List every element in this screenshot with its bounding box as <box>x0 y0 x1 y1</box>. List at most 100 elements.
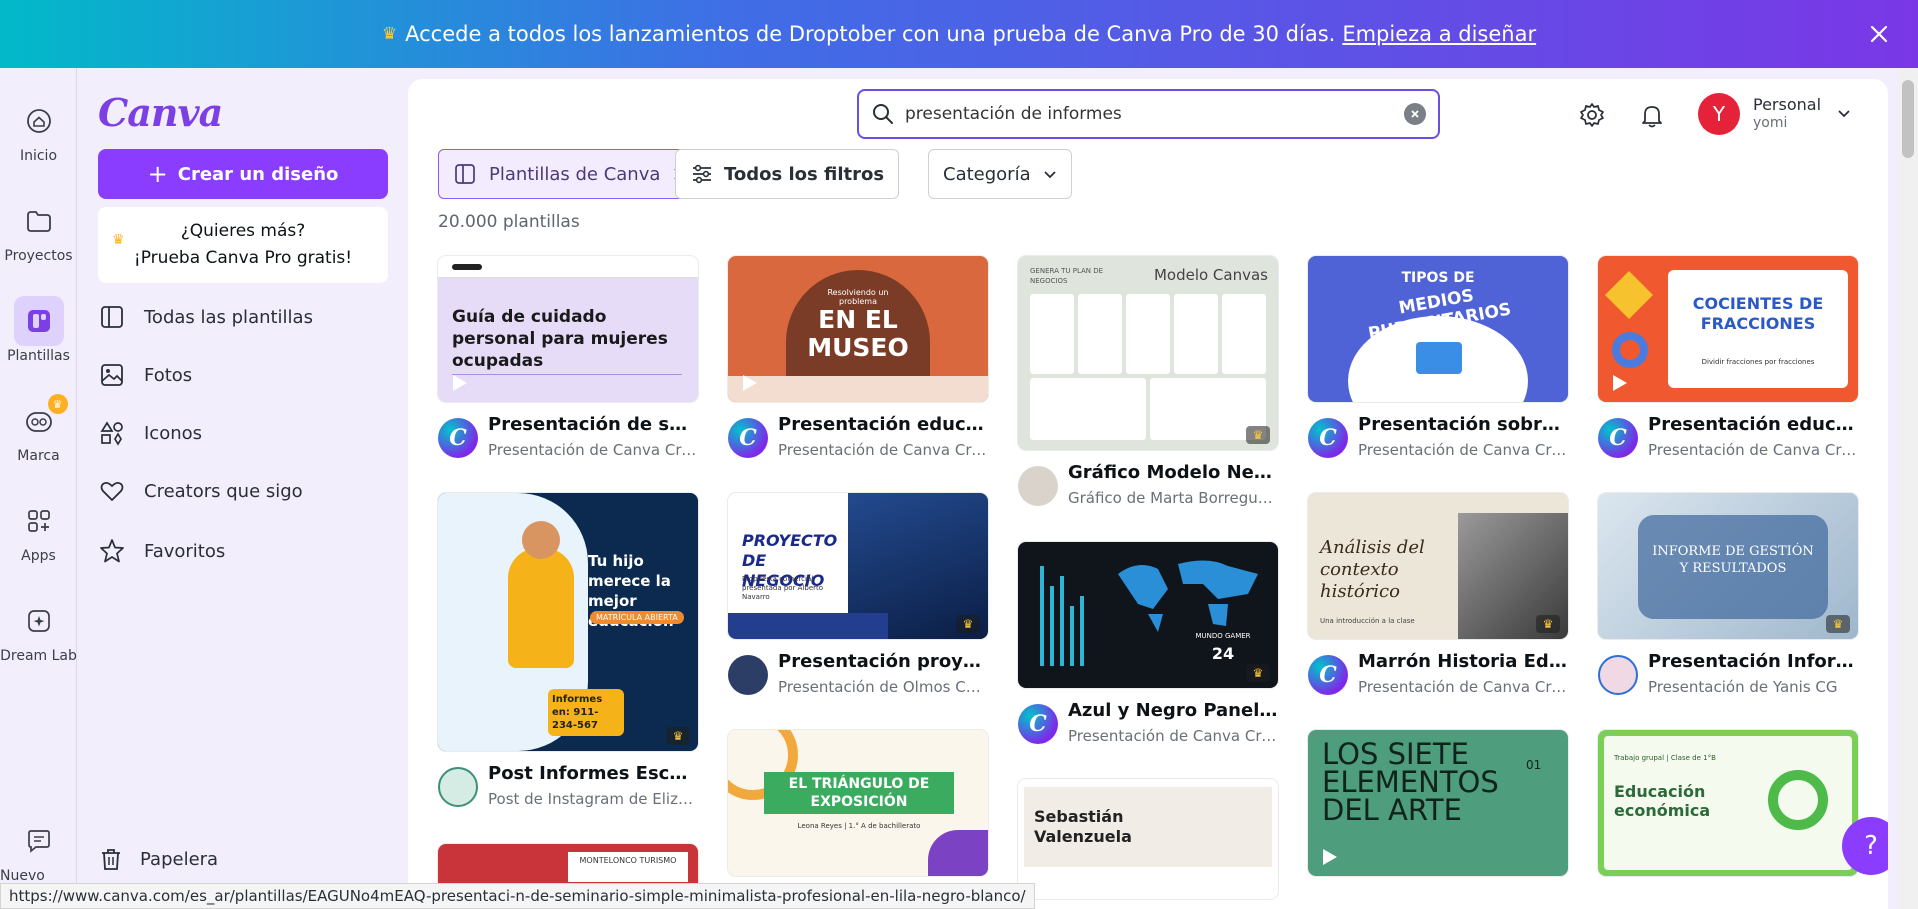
template-thumbnail[interactable]: MUNDO GAMER 24 ♛ <box>1018 542 1278 688</box>
thumb-sub: Dividir fracciones por fracciones <box>1701 358 1815 366</box>
apps-icon <box>14 496 64 546</box>
template-thumbnail[interactable]: GENERA TU PLAN DE NEGOCIOS Modelo Canvas… <box>1018 256 1278 450</box>
nav-photos[interactable]: Fotos <box>98 352 192 398</box>
template-title[interactable]: Azul y Negro Panel de datos <box>1068 700 1278 721</box>
heart-icon <box>100 481 124 502</box>
close-icon[interactable] <box>1862 17 1896 51</box>
template-title[interactable]: Presentación educativa en el museo <box>778 414 988 435</box>
canva-avatar-icon: C <box>1308 418 1348 458</box>
rail-label: Marca <box>17 448 60 464</box>
account-switcher[interactable]: Personal yomi <box>1753 95 1821 133</box>
template-thumbnail[interactable]: Tu hijo merece la mejor educación MATRÍC… <box>438 493 698 751</box>
play-icon <box>1613 375 1627 391</box>
avatar[interactable]: Y <box>1698 93 1740 135</box>
search-input[interactable] <box>905 104 1404 124</box>
banner-link[interactable]: Empieza a diseñar <box>1342 22 1536 46</box>
canva-avatar-icon: C <box>1308 655 1348 695</box>
template-thumbnail[interactable]: TIPOS DE MEDIOS PUBLICITARIOS <box>1308 256 1568 402</box>
nav-icons[interactable]: Iconos <box>98 410 202 456</box>
template-thumbnail[interactable]: Análisis del contexto histórico Una intr… <box>1308 493 1568 639</box>
thumb-sub: Resolviendo un problema <box>827 288 889 306</box>
thumb-sub: Leona Reyes | 1.° A de bachillerato <box>797 822 921 830</box>
thumb-sub: GENERA TU PLAN DE NEGOCIOS <box>1030 267 1104 285</box>
template-thumbnail[interactable]: INFORME DE GESTIÓN Y RESULTADOS ♛ <box>1598 493 1858 639</box>
template-thumbnail[interactable]: COCIENTES DE FRACCIONES Dividir fraccion… <box>1598 256 1858 402</box>
category-dropdown[interactable]: Categoría <box>928 149 1072 199</box>
template-title[interactable]: Post Informes Escolares <box>488 763 698 784</box>
app-rail: Inicio Proyectos Plantillas ♛ Marca Apps… <box>0 68 77 909</box>
template-thumbnail[interactable]: Sebastián Valenzuela <box>1018 779 1278 899</box>
create-design-button[interactable]: + Crear un diseño <box>98 149 388 199</box>
template-thumbnail[interactable]: EL TRIÁNGULO DE EXPOSICIÓN Leona Reyes |… <box>728 730 988 876</box>
shapes-icon <box>100 421 123 446</box>
brand-icon: ♛ <box>14 394 68 446</box>
image-icon <box>101 364 123 386</box>
template-thumbnail[interactable]: PROYECTO DE NEGOCIO Propuesta comercial … <box>728 493 988 639</box>
rail-item-proyectos[interactable]: Proyectos <box>0 196 77 264</box>
chevron-down-icon <box>1043 171 1056 179</box>
canva-logo[interactable]: Canva <box>98 90 223 135</box>
clear-search-icon[interactable] <box>1404 103 1426 125</box>
template-thumbnail[interactable]: Trabajo grupal | Clase de 1°B Educación … <box>1598 730 1858 876</box>
template-thumbnail[interactable]: Resolviendo un problema EN EL MUSEO <box>728 256 988 402</box>
world-map-graphic <box>1118 560 1258 632</box>
rail-item-inicio[interactable]: Inicio <box>0 96 77 164</box>
rail-item-marca[interactable]: ♛ Marca <box>0 394 77 464</box>
rail-label: Proyectos <box>4 248 73 264</box>
bell-icon[interactable] <box>1634 97 1670 133</box>
thumb-title: INFORME DE GESTIÓN Y RESULTADOS <box>1652 544 1814 576</box>
all-filters-label: Todos los filtros <box>724 163 885 185</box>
pro-trial-promo[interactable]: ♛ ¿Quieres más? ¡Prueba Canva Pro gratis… <box>98 207 388 283</box>
template-title[interactable]: Presentación proyecto de negocio <box>778 651 988 672</box>
rail-label: Plantillas <box>7 348 70 364</box>
page-scrollbar[interactable] <box>1898 68 1918 909</box>
template-subtitle: Gráfico de Marta Borreguero <box>1068 489 1278 507</box>
canva-avatar-icon: C <box>1598 418 1638 458</box>
rail-item-plantillas[interactable]: Plantillas <box>0 296 77 364</box>
nav-favorites[interactable]: Favoritos <box>98 528 225 574</box>
thumb-title: Modelo Canvas <box>1153 266 1268 284</box>
settings-icon[interactable] <box>1574 97 1610 133</box>
template-subtitle: Presentación de Canva Creative Studio <box>1648 441 1858 459</box>
nav-label: Fotos <box>144 364 193 386</box>
category-label: Categoría <box>943 163 1031 185</box>
layout-icon <box>455 164 475 184</box>
template-thumbnail[interactable]: LOS SIETE ELEMENTOS DEL ARTE 01 <box>1308 730 1568 876</box>
results-count: 20.000 plantillas <box>438 212 580 232</box>
scrollbar-thumb[interactable] <box>1902 80 1914 158</box>
template-title[interactable]: Presentación Informe de gestión <box>1648 651 1858 672</box>
trash-button[interactable]: Papelera <box>98 846 218 872</box>
template-title[interactable]: Marrón Historia Educación <box>1358 651 1568 672</box>
rail-label: Dream Lab <box>0 648 77 664</box>
create-design-label: Crear un diseño <box>177 163 339 185</box>
canva-avatar-icon: C <box>438 418 478 458</box>
nav-all-templates[interactable]: Todas las plantillas <box>98 294 313 340</box>
nav-creators[interactable]: Creators que sigo <box>98 468 303 514</box>
status-bar-url: https://www.canva.com/es_ar/plantillas/E… <box>0 883 1035 909</box>
template-subtitle: Presentación de Canva Creative Studio <box>488 441 698 459</box>
thumb-title: EN EL MUSEO <box>807 305 909 362</box>
rail-label: Apps <box>21 548 56 564</box>
search-icon <box>873 104 893 124</box>
bar-graphic <box>1040 566 1084 666</box>
template-title[interactable]: Presentación educativa cocientes de frac… <box>1648 414 1858 435</box>
template-title[interactable]: Gráfico Modelo Negocio Canvas <box>1068 462 1278 483</box>
thumb-sub: Propuesta comercial presentada por Alber… <box>742 575 824 601</box>
thumb-title: COCIENTES DE FRACCIONES <box>1692 294 1824 333</box>
folder-icon <box>14 196 64 246</box>
rail-item-apps[interactable]: Apps <box>0 496 77 564</box>
star-icon <box>100 539 124 563</box>
template-title[interactable]: Presentación sobre tipos de medios publi… <box>1358 414 1568 435</box>
all-filters-button[interactable]: Todos los filtros <box>675 149 900 199</box>
search-box[interactable] <box>857 89 1440 139</box>
rail-item-dream-lab[interactable]: Dream Lab <box>0 596 77 664</box>
chevron-down-icon[interactable] <box>1836 105 1852 121</box>
template-thumbnail[interactable]: Guía de cuidado personal para mujeres oc… <box>438 256 698 402</box>
filter-chip-canva-templates[interactable]: Plantillas de Canva <box>438 149 704 199</box>
pro-crown-icon: ♛ <box>1826 615 1850 633</box>
thumb-number: 24 <box>1211 644 1235 663</box>
trash-label: Papelera <box>140 848 219 870</box>
template-title[interactable]: Presentación de seminario simple minimal… <box>488 414 698 435</box>
nav-label: Favoritos <box>144 540 226 562</box>
thumb-sub: MUNDO GAMER <box>1195 632 1251 640</box>
